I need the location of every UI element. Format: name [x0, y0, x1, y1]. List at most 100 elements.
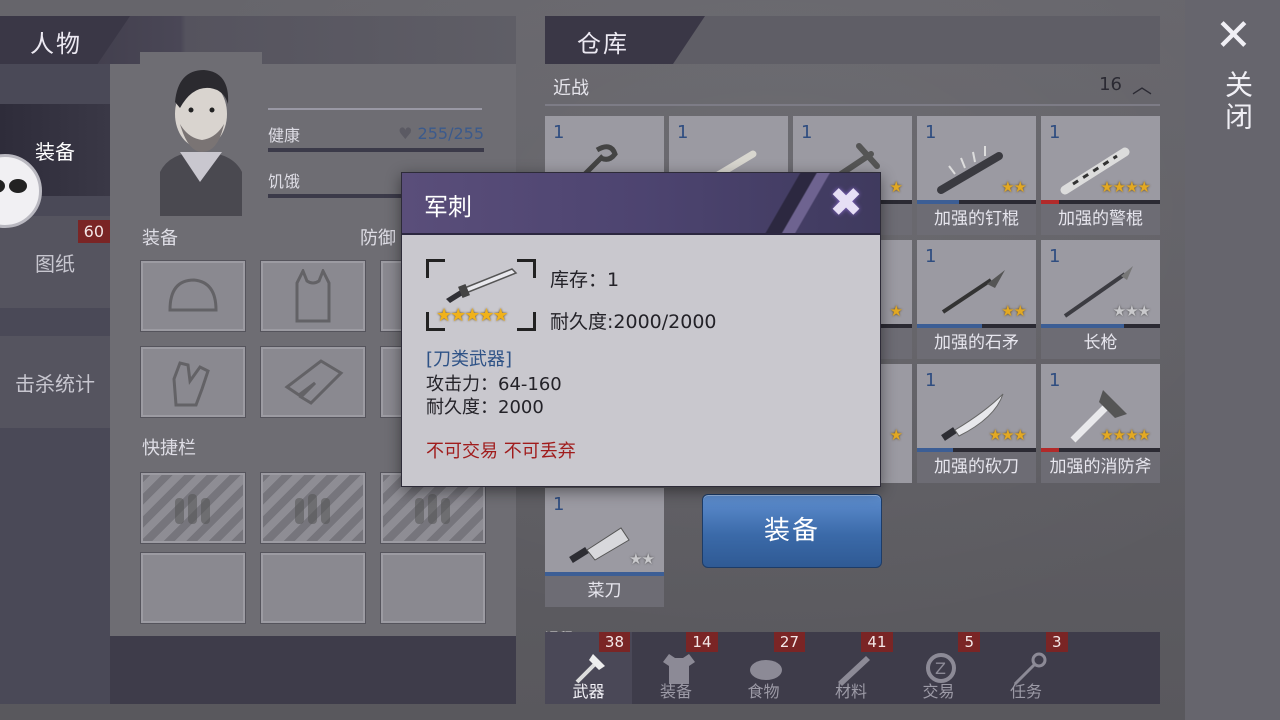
stats-top-line [268, 108, 482, 110]
tab-coin[interactable]: Z 5 交易 [895, 632, 982, 704]
helmet-slot[interactable] [140, 260, 246, 332]
item-quantity: 1 [553, 494, 565, 515]
inventory-item[interactable]: 1 ★★★ 长枪 [1041, 240, 1160, 359]
item-quantity: 1 [677, 122, 689, 143]
quickbar-slot-6[interactable] [380, 552, 486, 624]
item-quantity: 1 [1049, 246, 1061, 267]
combat-knife-icon [446, 268, 518, 303]
tab-label: 材料 [834, 682, 867, 701]
tab-count-badge: 3 [1045, 632, 1068, 652]
tab-axe[interactable]: 38 武器 [545, 632, 632, 704]
item-stars: ★★ [1001, 178, 1027, 196]
item-stars: ★★★ [1112, 302, 1151, 320]
tab-label: 武器 [572, 682, 605, 701]
nav-blueprints[interactable]: 图纸 60 [0, 216, 110, 308]
category-name: 近战 [553, 78, 589, 99]
category-count: 16 [1099, 74, 1122, 95]
nav-blueprints-label: 图纸 [35, 251, 75, 276]
item-name: 加强的消防斧 [1041, 452, 1160, 483]
svg-text:Z: Z [935, 659, 946, 678]
item-stars: ★★★★ [1100, 426, 1151, 444]
item-detail-modal: 军刺 ✖ ★★★★★ 库存：1 耐久度:2000/2000 [刀类武器] 攻击力… [401, 172, 881, 487]
gloves-icon [172, 361, 210, 407]
inventory-item[interactable]: 1 ★★ 加强的钉棍 [917, 116, 1036, 235]
modal-title: 军刺 [424, 193, 472, 221]
inventory-item[interactable]: 1 ★★★★ 加强的消防斧 [1041, 364, 1160, 483]
blueprints-badge: 60 [77, 220, 110, 243]
item-quantity: 1 [553, 122, 565, 143]
equip-section-label: 装备 [142, 228, 178, 249]
nav-equip-label: 装备 [35, 139, 75, 164]
tab-plank[interactable]: 41 材料 [808, 632, 895, 704]
tab-count-badge: 5 [958, 632, 980, 652]
mascot-eye-left [0, 179, 5, 193]
tab-count-badge: 27 [773, 632, 805, 652]
item-stars: ★★ [1001, 302, 1027, 320]
item-name: 加强的警棍 [1041, 204, 1160, 235]
item-stars: ★ [889, 426, 903, 444]
ammo-icon [415, 494, 450, 524]
item-name: 菜刀 [545, 576, 664, 607]
frame-corner [517, 312, 536, 331]
warehouse-title: 仓库 [577, 30, 629, 58]
nav-kill-stats[interactable]: 击杀统计 [0, 336, 110, 428]
item-quantity: 1 [801, 122, 813, 143]
close-icon[interactable]: ✕ [1215, 14, 1252, 58]
item-name: 加强的石矛 [917, 328, 1036, 359]
shirt-slot[interactable] [260, 260, 366, 332]
tab-count-badge: 41 [861, 632, 893, 652]
item-stars: ★★★ [988, 426, 1027, 444]
gloves-slot[interactable] [140, 346, 246, 418]
helmet-icon [168, 278, 218, 312]
quickbar-slot-1[interactable] [140, 472, 246, 544]
inventory-item[interactable]: 1 ★★★ 加强的砍刀 [917, 364, 1036, 483]
mascot-eye-right [9, 179, 27, 193]
warehouse-tabs: 38 武器 14 装备 27 食物 41 材料 Z 5 交易 3 任务 [545, 632, 1160, 704]
category-melee-header[interactable]: 近战 16 ︿ [545, 70, 1160, 106]
stock-text: 库存：1 [550, 269, 620, 291]
tab-key[interactable]: 3 任务 [983, 632, 1070, 704]
item-quantity: 1 [1049, 370, 1061, 391]
quickbar-label: 快捷栏 [142, 438, 196, 459]
quickbar-slot-2[interactable] [260, 472, 366, 544]
quickbar-slot-4[interactable] [140, 552, 246, 624]
item-name: 加强的钉棍 [917, 204, 1036, 235]
character-footer [110, 636, 516, 704]
nav-kill-stats-label: 击杀统计 [15, 371, 95, 396]
inventory-item[interactable]: 1 ★★ 加强的石矛 [917, 240, 1036, 359]
character-title: 人物 [30, 30, 82, 58]
item-stars: ★★★★ [1100, 178, 1151, 196]
equip-button[interactable]: 装备 [702, 494, 882, 568]
weapon-type: [刀类武器] [426, 349, 513, 370]
health-value-text: 255/255 [417, 124, 484, 143]
tab-count-badge: 38 [598, 632, 630, 652]
inventory-item[interactable]: 1 ★★ 菜刀 [545, 488, 664, 607]
tab-label: 食物 [747, 682, 780, 701]
heart-icon: ♥ [398, 124, 413, 143]
hunger-label: 饥饿 [268, 172, 301, 191]
tab-count-badge: 14 [686, 632, 718, 652]
pants-slot[interactable] [260, 346, 366, 418]
tab-label: 装备 [659, 682, 692, 701]
tanktop-icon [295, 269, 331, 323]
close-column[interactable]: ✕ 关闭 [1185, 0, 1280, 720]
chevron-up-icon[interactable]: ︿ [1132, 70, 1152, 99]
health-label: 健康 [268, 126, 301, 145]
close-label[interactable]: 关闭 [1217, 70, 1257, 134]
item-quantity: 1 [1049, 122, 1061, 143]
quickbar-slot-5[interactable] [260, 552, 366, 624]
item-name: 加强的砍刀 [917, 452, 1036, 483]
tab-shirt[interactable]: 14 装备 [633, 632, 720, 704]
tab-label: 交易 [922, 682, 955, 701]
tab-bread[interactable]: 27 食物 [720, 632, 807, 704]
defense-label: 防御 [360, 228, 396, 249]
durability-text: 耐久度:2000/2000 [550, 311, 717, 333]
item-quantity: 1 [925, 122, 937, 143]
inventory-item[interactable]: 1 ★★★★ 加强的警棍 [1041, 116, 1160, 235]
ammo-icon [295, 494, 330, 524]
item-quantity: 1 [925, 246, 937, 267]
character-portrait [140, 52, 262, 216]
restriction-text: 不可交易 不可丢弃 [426, 441, 576, 462]
modal-close-icon[interactable]: ✖ [824, 181, 868, 225]
modal-item-stars: ★★★★★ [436, 305, 509, 326]
